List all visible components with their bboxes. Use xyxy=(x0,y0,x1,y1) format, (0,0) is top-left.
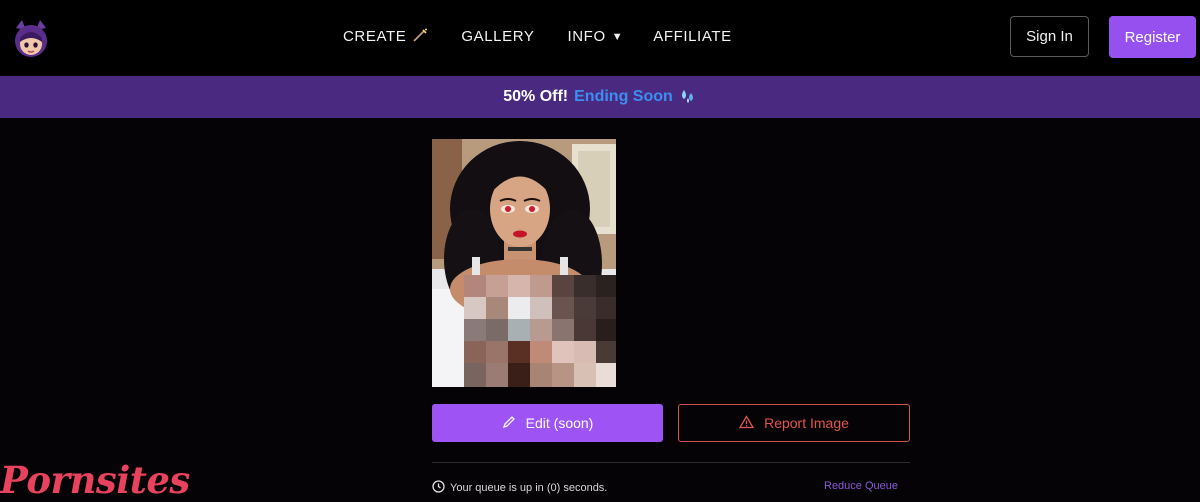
generated-image[interactable] xyxy=(432,139,616,387)
edit-button-label: Edit (soon) xyxy=(525,415,594,431)
clock-icon xyxy=(432,480,445,496)
caret-down-icon: ▼ xyxy=(611,30,624,43)
nav-info[interactable]: INFO ▼ xyxy=(567,28,623,45)
sign-in-button[interactable]: Sign In xyxy=(1010,16,1089,57)
wand-icon xyxy=(412,28,428,45)
promo-banner[interactable]: 50% Off! Ending Soon xyxy=(0,76,1200,118)
queue-status: Your queue is up in (0) seconds. xyxy=(432,480,607,496)
site-logo[interactable] xyxy=(10,18,52,60)
promo-ending-soon: Ending Soon xyxy=(574,88,673,105)
warning-icon xyxy=(738,414,755,432)
watermark: Pornsites xyxy=(0,458,190,502)
main-nav: CREATE GALLERY INFO ▼ AFFILIATE xyxy=(343,28,732,45)
nav-gallery[interactable]: GALLERY xyxy=(461,28,534,45)
nav-affiliate[interactable]: AFFILIATE xyxy=(653,28,731,45)
nav-create[interactable]: CREATE xyxy=(343,28,428,45)
report-image-button[interactable]: Report Image xyxy=(678,404,910,442)
report-button-label: Report Image xyxy=(764,415,849,431)
droplets-icon xyxy=(679,88,697,107)
register-button[interactable]: Register xyxy=(1109,16,1196,58)
promo-discount: 50% Off! xyxy=(503,88,569,105)
top-navbar: CREATE GALLERY INFO ▼ AFFILIATE Sign In … xyxy=(0,0,1200,75)
nav-affiliate-label: AFFILIATE xyxy=(653,28,732,45)
nav-gallery-label: GALLERY xyxy=(461,28,535,45)
queue-status-text: Your queue is up in (0) seconds. xyxy=(450,482,608,494)
nav-info-label: INFO xyxy=(567,28,606,45)
edit-button[interactable]: Edit (soon) xyxy=(432,404,663,442)
pencil-icon xyxy=(502,415,516,432)
nav-create-label: CREATE xyxy=(343,28,407,45)
reduce-queue-link[interactable]: Reduce Queue xyxy=(824,480,898,492)
divider xyxy=(432,462,910,463)
